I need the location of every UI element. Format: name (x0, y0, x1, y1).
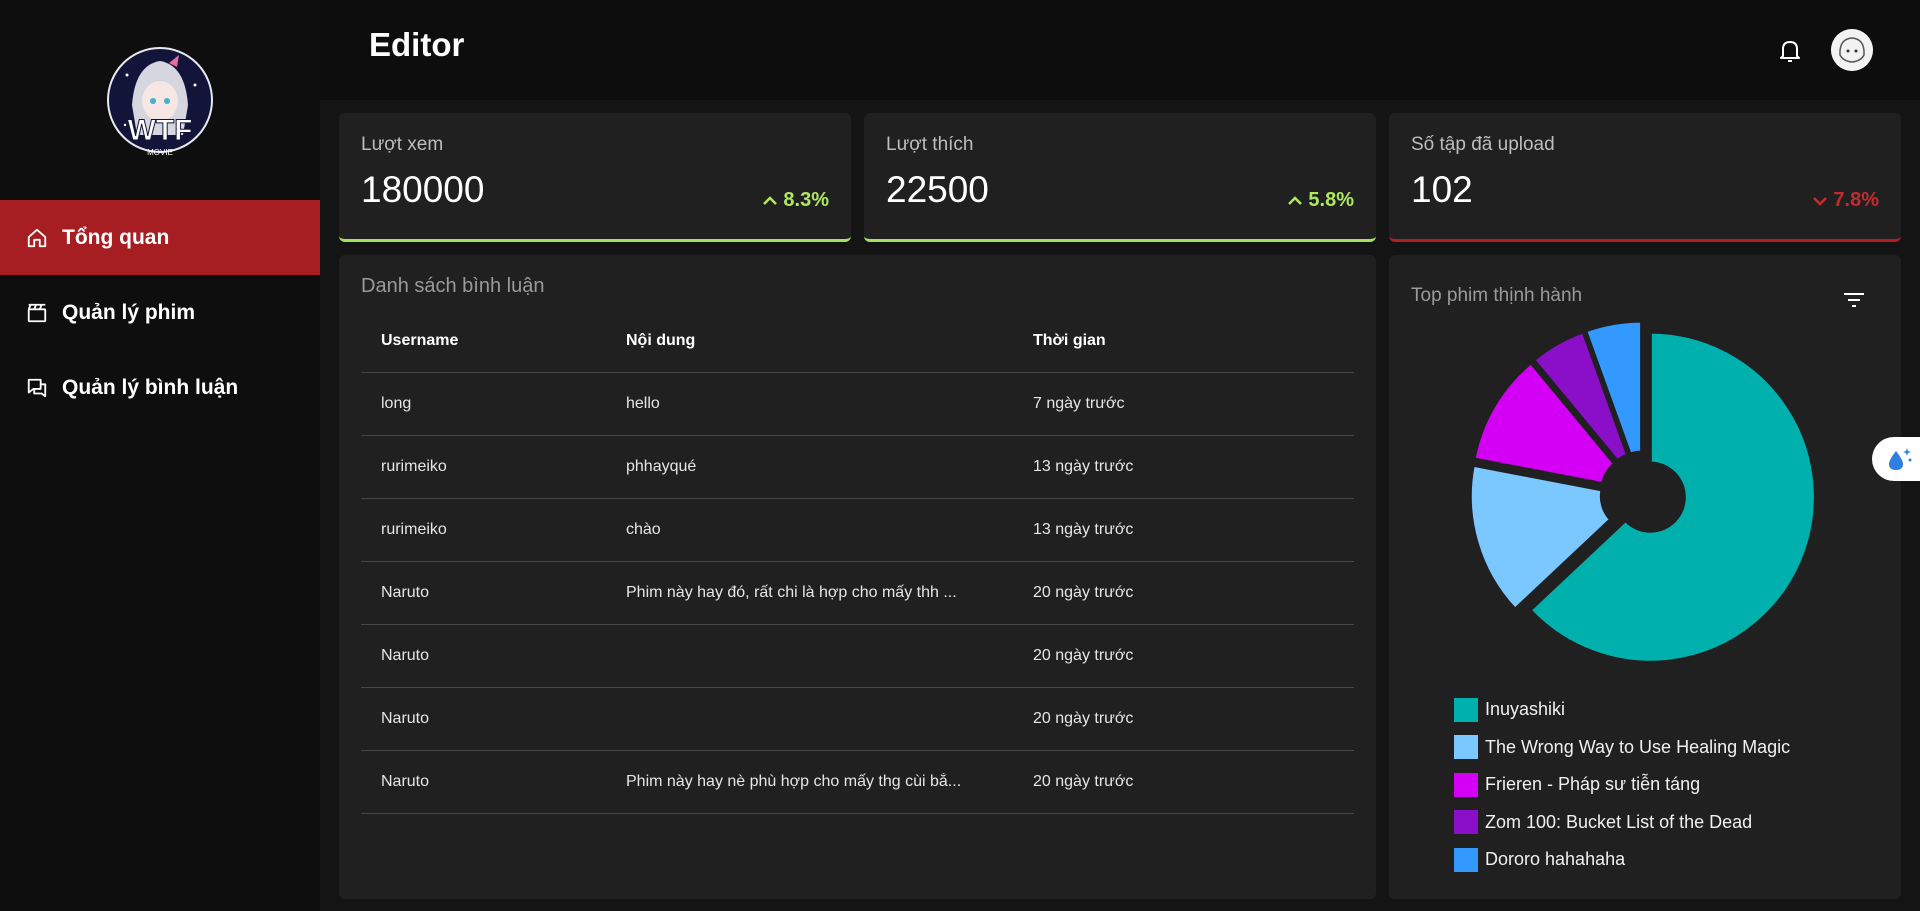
legend-swatch (1454, 772, 1478, 797)
cell-username: Naruto (381, 647, 430, 664)
legend-swatch (1454, 735, 1478, 760)
table-header-row: Username Nội dung Thời gian (361, 310, 1354, 373)
stat-delta: 7.8% (1813, 189, 1879, 212)
table-row[interactable]: Naruto Phim này hay nè phù hợp cho mấy t… (361, 751, 1354, 814)
stat-card-likes: Lượt thích 22500 5.8% (864, 113, 1376, 242)
clapperboard-icon (26, 302, 48, 324)
cell-time: 20 ngày trước (1033, 710, 1134, 727)
avatar-image (1831, 29, 1873, 71)
sidebar-item-label: Tổng quan (62, 225, 170, 249)
page-title: Editor (369, 26, 465, 63)
legend-label: The Wrong Way to Use Healing Magic (1485, 736, 1791, 757)
stat-value: 22500 (886, 169, 989, 210)
header: Editor (320, 0, 1920, 100)
cell-content: Phim này hay đó, rất chi là hợp cho mấy … (626, 584, 957, 601)
cell-time: 7 ngày trước (1033, 395, 1125, 412)
chevron-down-icon (1813, 196, 1828, 206)
cell-content: Phim này hay nè phù hợp cho mấy thg cùi … (626, 773, 962, 790)
svg-text:WTF: WTF (128, 114, 193, 147)
stat-label: Số tập đã upload (1411, 134, 1555, 155)
stat-delta-value: 8.3% (783, 189, 829, 211)
stat-delta-value: 5.8% (1308, 189, 1354, 211)
cell-username: Naruto (381, 773, 430, 790)
stat-delta-value: 7.8% (1833, 189, 1879, 211)
bell-icon[interactable] (1778, 38, 1802, 64)
legend-label: Inuyashiki (1485, 699, 1566, 720)
cell-time: 13 ngày trước (1033, 521, 1134, 538)
cell-content: hello (626, 395, 660, 412)
trending-chart-panel: Top phim thịnh hành Inuyashiki The Wrong … (1389, 255, 1901, 899)
svg-text:MOVIE: MOVIE (147, 148, 173, 157)
legend-label: Frieren - Pháp sư tiễn táng (1485, 774, 1701, 795)
cell-username: rurimeiko (381, 521, 447, 538)
logo[interactable]: WTF MOVIE (107, 45, 213, 160)
table-row[interactable]: Naruto 20 ngày trước (361, 688, 1354, 751)
legend-item[interactable]: The Wrong Way to Use Healing Magic (1454, 729, 1790, 767)
cell-content: phhayqué (626, 458, 697, 475)
legend-label: Dororo hahahaha (1485, 849, 1626, 870)
stat-label: Lượt xem (361, 134, 444, 155)
column-header-time: Thời gian (1033, 332, 1106, 349)
cell-username: Naruto (381, 710, 430, 727)
cell-time: 13 ngày trước (1033, 458, 1134, 475)
cell-username: rurimeiko (381, 458, 447, 475)
stat-card-uploads: Số tập đã upload 102 7.8% (1389, 113, 1901, 242)
chat-icon (26, 377, 48, 399)
stat-card-views: Lượt xem 180000 8.3% (339, 113, 851, 242)
comments-title: Danh sách bình luận (361, 275, 545, 297)
legend-item[interactable]: Frieren - Pháp sư tiễn táng (1454, 766, 1790, 804)
chart-legend: Inuyashiki The Wrong Way to Use Healing M… (1454, 691, 1790, 879)
comments-panel: Danh sách bình luận Username Nội dung Th… (339, 255, 1376, 899)
comments-table: Username Nội dung Thời gian long hello 7… (361, 310, 1354, 814)
legend-swatch (1454, 697, 1478, 722)
logo-image: WTF MOVIE (107, 47, 213, 157)
column-header-content: Nội dung (626, 332, 696, 349)
table-row[interactable]: Naruto 20 ngày trước (361, 625, 1354, 688)
cell-username: Naruto (381, 584, 430, 601)
table-row[interactable]: Naruto Phim này hay đó, rất chi là hợp c… (361, 562, 1354, 625)
avatar[interactable] (1831, 29, 1873, 71)
stat-value: 180000 (361, 169, 485, 210)
droplet-sparkle-icon (1889, 448, 1912, 470)
cell-content: chào (626, 521, 661, 538)
cell-time: 20 ngày trước (1033, 647, 1134, 664)
stat-delta: 8.3% (763, 189, 829, 212)
chevron-up-icon (763, 195, 778, 205)
table-row[interactable]: rurimeiko phhayqué 13 ngày trước (361, 436, 1354, 499)
legend-item[interactable]: Dororo hahahaha (1454, 841, 1790, 879)
stat-value: 102 (1411, 169, 1473, 210)
cell-time: 20 ngày trước (1033, 773, 1134, 790)
legend-swatch (1454, 847, 1478, 872)
pie-chart (1468, 319, 1817, 664)
legend-item[interactable]: Zom 100: Bucket List of the Dead (1454, 804, 1790, 842)
sidebar-item-overview[interactable]: Tổng quan (0, 200, 320, 275)
table-row[interactable]: long hello 7 ngày trước (361, 373, 1354, 436)
legend-label: Zom 100: Bucket List of the Dead (1485, 811, 1753, 832)
sidebar: WTF MOVIE Tổng quan Quản lý phim Quản lý… (0, 0, 320, 911)
column-header-username: Username (381, 332, 459, 349)
floating-widget[interactable] (1872, 437, 1920, 481)
cell-time: 20 ngày trước (1033, 584, 1134, 601)
sidebar-item-comments[interactable]: Quản lý bình luận (0, 350, 320, 425)
stat-delta: 5.8% (1288, 189, 1354, 212)
sidebar-item-label: Quản lý phim (62, 300, 196, 324)
sidebar-item-movies[interactable]: Quản lý phim (0, 275, 320, 350)
cell-username: long (381, 395, 412, 412)
legend-swatch (1454, 810, 1478, 835)
home-icon (26, 227, 48, 249)
sidebar-nav: Tổng quan Quản lý phim Quản lý bình luận (0, 200, 320, 425)
table-row[interactable]: rurimeiko chào 13 ngày trước (361, 499, 1354, 562)
legend-item[interactable]: Inuyashiki (1454, 691, 1790, 729)
stat-label: Lượt thích (886, 134, 974, 155)
chevron-up-icon (1288, 195, 1303, 205)
sidebar-item-label: Quản lý bình luận (62, 375, 239, 399)
